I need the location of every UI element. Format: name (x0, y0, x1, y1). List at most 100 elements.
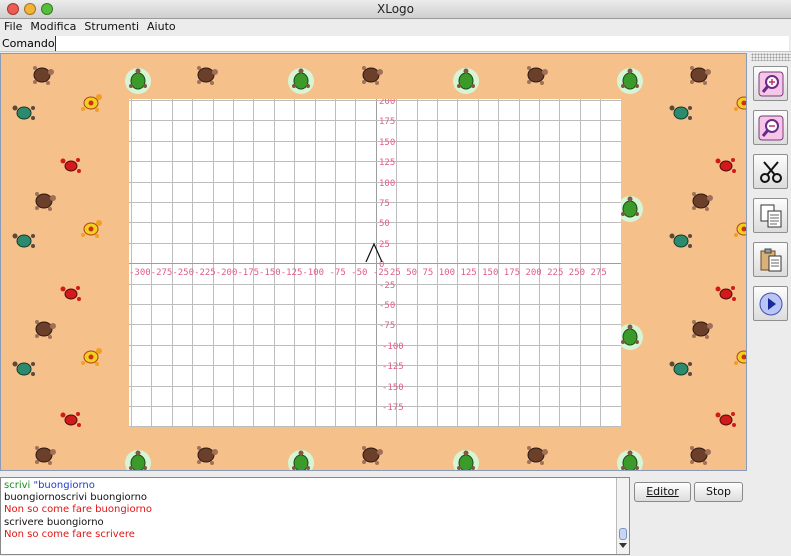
y-tick-label: -25 (379, 280, 396, 291)
red-turtle-icon (715, 158, 736, 173)
teal-turtle-icon (12, 233, 35, 248)
brown-turtle-icon (527, 446, 548, 465)
red-turtle-icon (60, 286, 81, 301)
menu-strumenti[interactable]: Strumenti (80, 19, 143, 35)
history-line: buongiornoscrivi buongiorno (4, 492, 626, 504)
brown-turtle-icon (362, 446, 383, 465)
red-turtle-icon (60, 158, 81, 173)
x-axis-labels-right: 25 50 75 100 125 150 175 200 225 250 275 (390, 268, 607, 278)
close-window-button[interactable] (7, 3, 19, 15)
yellow-turtle-icon (81, 348, 102, 366)
y-tick-label: -100 (382, 341, 404, 352)
green-turtle-icon (288, 450, 314, 470)
history-text: Non so come fare scrivere (4, 528, 135, 540)
zoom-window-button[interactable] (41, 3, 53, 15)
grid-line-h (129, 283, 621, 285)
scroll-thumb[interactable] (619, 528, 627, 540)
grid-line-h (129, 161, 621, 163)
zoom-in-button[interactable] (753, 66, 788, 101)
grid-line-h (129, 385, 621, 387)
brown-turtle-icon (197, 66, 218, 85)
brown-turtle-icon (690, 446, 711, 465)
y-tick-label: 150 (379, 137, 396, 148)
copy-icon (760, 204, 781, 227)
y-tick-label: -125 (382, 362, 404, 373)
menu-aiuto[interactable]: Aiuto (143, 19, 180, 35)
xlogo-window: XLogo File Modifica Strumenti Aiuto Comando… (0, 0, 791, 556)
window-title: XLogo (377, 2, 414, 16)
y-tick-label: 75 (379, 199, 390, 209)
run-button[interactable] (753, 286, 788, 321)
scroll-down-arrow-icon[interactable] (619, 543, 627, 548)
zoom-out-button[interactable] (753, 110, 788, 145)
teal-turtle-icon (669, 233, 692, 248)
yellow-turtle-icon (734, 96, 746, 111)
history-text: Non so come fare buongiorno (4, 504, 152, 516)
editor-button-label: Editor (646, 485, 679, 498)
brown-turtle-icon (35, 446, 56, 465)
side-toolbar (751, 53, 791, 471)
paste-button[interactable] (753, 242, 788, 277)
red-turtle-icon (715, 286, 736, 301)
red-turtle-icon (715, 412, 736, 427)
zoom-out-icon (758, 115, 783, 140)
y-tick-label: -175 (382, 403, 404, 413)
scissors-icon (759, 160, 782, 183)
history-lines: scrivi "buongiorno buongiornoscrivi buong… (4, 480, 626, 541)
brown-turtle-icon (197, 446, 218, 465)
green-turtle-icon (125, 68, 151, 94)
green-turtle-icon (453, 450, 479, 470)
minimize-window-button[interactable] (24, 3, 36, 15)
green-turtle-icon (617, 450, 643, 470)
brown-turtle-icon (33, 66, 54, 85)
history-panel[interactable]: scrivi "buongiorno buongiornoscrivi buong… (0, 477, 630, 555)
menu-bar: File Modifica Strumenti Aiuto (0, 19, 791, 35)
y-tick-label: 175 (379, 117, 396, 128)
grid-line-h (129, 140, 621, 142)
copy-button[interactable] (753, 198, 788, 233)
teal-turtle-icon (669, 105, 692, 120)
grid-line-h (129, 304, 621, 305)
brown-turtle-icon (692, 192, 713, 211)
yellow-turtle-icon (81, 220, 102, 238)
command-bar: Comando: (0, 35, 791, 52)
editor-button[interactable]: Editor (634, 482, 691, 502)
grid-line-h (129, 181, 621, 183)
grid-line-h (129, 202, 621, 203)
cut-button[interactable] (753, 154, 788, 189)
grid-line-h (129, 324, 621, 326)
history-scrollbar[interactable] (616, 478, 629, 554)
stop-button[interactable]: Stop (694, 482, 743, 502)
menu-file[interactable]: File (0, 19, 26, 35)
history-line: scrivi "buongiorno (4, 480, 626, 492)
stop-button-label: Stop (705, 485, 731, 498)
y-tick-label: 200 (379, 99, 396, 107)
play-icon (759, 292, 782, 315)
drawing-canvas[interactable]: -300-275-250-225-200-175-150-125-100 -75… (0, 53, 747, 471)
yellow-turtle-icon (734, 222, 746, 237)
green-turtle-icon (125, 450, 151, 470)
history-line: Non so come fare scrivere (4, 529, 626, 541)
y-tick-label: 50 (379, 219, 390, 230)
history-text: buongiornoscrivi buongiorno (4, 492, 148, 504)
turtle-cursor-icon (365, 242, 383, 263)
history-line: Non so come fare buongiorno (4, 504, 626, 516)
teal-turtle-icon (669, 361, 692, 376)
y-tick-label: 100 (379, 178, 396, 189)
grid-line-h (129, 406, 621, 407)
green-turtle-icon (453, 68, 479, 94)
menu-modifica[interactable]: Modifica (26, 19, 80, 35)
command-input[interactable] (55, 36, 789, 51)
brown-turtle-icon (35, 320, 56, 339)
red-turtle-icon (60, 412, 81, 427)
command-label: Comando: (2, 37, 59, 50)
brown-turtle-icon (527, 66, 548, 85)
y-tick-label: -150 (382, 382, 404, 393)
brown-turtle-icon (690, 66, 711, 85)
title-bar: XLogo (0, 0, 791, 19)
grid-line-h (129, 120, 621, 122)
toolbar-grip[interactable] (751, 53, 791, 61)
teal-turtle-icon (12, 105, 35, 120)
grid-line-h (129, 100, 621, 101)
yellow-turtle-icon (81, 94, 102, 112)
